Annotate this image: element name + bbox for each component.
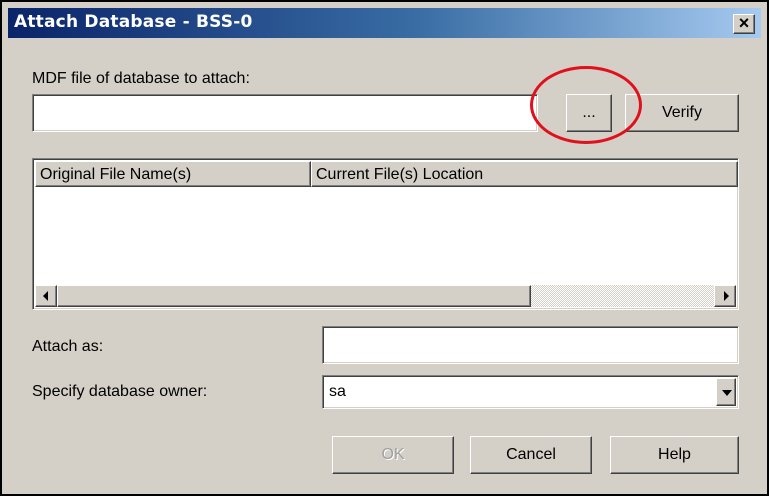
verify-button[interactable]: Verify: [625, 94, 739, 132]
ok-button[interactable]: OK: [332, 436, 454, 474]
ok-button-label: OK: [381, 446, 405, 463]
help-button[interactable]: Help: [610, 436, 739, 474]
browse-button[interactable]: ...: [566, 94, 612, 132]
window-title: Attach Database - BSS-0: [14, 12, 253, 32]
list-header: Original File Name(s) Current File(s) Lo…: [35, 161, 738, 187]
column-current-file-location[interactable]: Current File(s) Location: [311, 161, 738, 187]
scrollbar-thumb[interactable]: [57, 285, 531, 307]
column-original-file-names[interactable]: Original File Name(s): [35, 161, 311, 187]
chevron-down-icon: [722, 390, 732, 396]
scroll-right-button[interactable]: [714, 285, 736, 307]
attach-as-input[interactable]: [322, 326, 739, 364]
close-icon: ×: [738, 13, 750, 33]
database-owner-value: sa: [329, 383, 346, 400]
verify-button-label: Verify: [661, 104, 702, 121]
database-owner-select[interactable]: sa: [322, 375, 739, 409]
scroll-left-button[interactable]: [35, 285, 57, 307]
cancel-button[interactable]: Cancel: [470, 436, 592, 474]
arrow-left-icon: [43, 291, 48, 301]
browse-button-label: ...: [582, 104, 596, 121]
title-bar: Attach Database - BSS-0 ×: [8, 8, 761, 38]
dropdown-button[interactable]: [716, 378, 736, 406]
arrow-right-icon: [724, 291, 729, 301]
horizontal-scrollbar[interactable]: [35, 285, 736, 307]
attach-as-label: Attach as:: [32, 338, 104, 355]
database-owner-label: Specify database owner:: [32, 383, 208, 400]
help-button-label: Help: [658, 446, 691, 463]
mdf-file-label: MDF file of database to attach:: [32, 70, 250, 87]
close-button[interactable]: ×: [733, 14, 755, 34]
cancel-button-label: Cancel: [506, 446, 556, 463]
database-files-list[interactable]: Original File Name(s) Current File(s) Lo…: [32, 158, 739, 310]
mdf-file-input[interactable]: [32, 94, 538, 132]
